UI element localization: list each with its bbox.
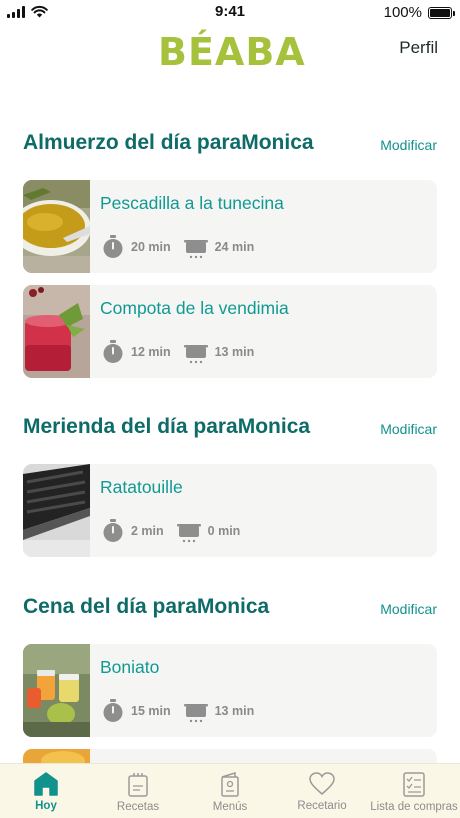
recipe-meta: 15 min 13 min [102,699,267,723]
recipe-meta: 2 min 0 min [102,519,253,543]
tab-label: Menús [212,801,248,813]
timer-icon [103,519,123,542]
recipe-card[interactable]: Pescadilla a la tunecina 20 min 24 min [23,180,437,273]
cooking-pot-icon [183,345,208,364]
bottom-tab-bar: Hoy Recetas Menús Recetario Lista de com… [0,763,460,818]
section-title-snack: Merienda del día paraMonica [23,415,311,438]
checklist-icon [403,772,425,797]
tab-today[interactable]: Hoy [0,764,92,818]
recipe-thumbnail-soup [23,180,90,273]
recipe-thumbnail-sweet-potato [23,644,90,737]
battery-fill [430,8,450,17]
cook-time: 24 min [183,235,255,259]
tab-shopping-list[interactable]: Lista de compras [368,764,460,818]
recipe-card[interactable]: Compota de la vendimia 12 min 13 min [23,285,437,378]
cook-time-value: 0 min [207,524,241,538]
cook-time-value: 13 min [214,704,255,718]
tab-recipes[interactable]: Recetas [92,764,184,818]
section-title-lunch: Almuerzo del día paraMonica [23,131,314,154]
tab-menus[interactable]: Menús [184,764,276,818]
recipe-card[interactable]: Boniato 15 min 13 min [23,644,437,737]
status-right: 100% [383,4,455,21]
prep-time: 20 min [102,235,171,259]
prep-time-value: 20 min [131,240,171,254]
menu-book-icon [219,772,241,797]
battery-percentage: 100% [383,4,422,21]
prep-time-value: 2 min [131,524,164,538]
prep-time: 15 min [102,699,171,723]
recipe-thumbnail-ratatouille [23,464,90,557]
prep-time: 12 min [102,340,171,364]
tab-label: Lista de compras [370,801,458,813]
battery-icon [428,6,455,19]
tab-label: Recetario [297,800,347,812]
timer-icon [103,235,123,258]
heart-icon [309,772,335,796]
recipe-title: Ratatouille [100,477,183,497]
beaba-logo: BÉABA [158,30,306,74]
recipe-title: Boniato [100,657,160,677]
timer-icon [103,340,123,363]
timer-icon [103,699,123,722]
tab-label: Recetas [116,801,160,813]
cook-time-value: 24 min [214,240,255,254]
recipe-card-partial[interactable] [23,749,437,763]
recipe-thumbnail-partial [23,749,90,763]
home-icon [33,772,59,796]
prep-time-value: 15 min [131,704,171,718]
cooking-pot-icon [183,704,208,723]
tab-recipe-book[interactable]: Recetario [276,764,368,818]
cooking-pot-icon [176,524,201,543]
modify-dinner-link[interactable]: Modificar [380,601,437,617]
recipe-meta: 20 min 24 min [102,235,267,259]
recipe-card[interactable]: Ratatouille 2 min 0 min [23,464,437,557]
cook-time-value: 13 min [214,345,255,359]
recipe-meta: 12 min 13 min [102,340,267,364]
cooking-pot-icon [183,240,208,259]
recipe-title: Pescadilla a la tunecina [100,193,284,213]
profile-link[interactable]: Perfil [399,38,438,58]
status-bar: 9:41 100% [0,0,460,24]
recipes-icon [127,772,149,797]
recipe-title: Compota de la vendimia [100,298,289,318]
modify-snack-link[interactable]: Modificar [380,421,437,437]
section-title-dinner: Cena del día paraMonica [23,595,270,618]
cook-time: 13 min [183,340,255,364]
modify-lunch-link[interactable]: Modificar [380,137,437,153]
prep-time-value: 12 min [131,345,171,359]
prep-time: 2 min [102,519,164,543]
cook-time: 13 min [183,699,255,723]
tab-label: Hoy [35,800,57,812]
recipe-thumbnail-compote [23,285,90,378]
cook-time: 0 min [176,519,241,543]
